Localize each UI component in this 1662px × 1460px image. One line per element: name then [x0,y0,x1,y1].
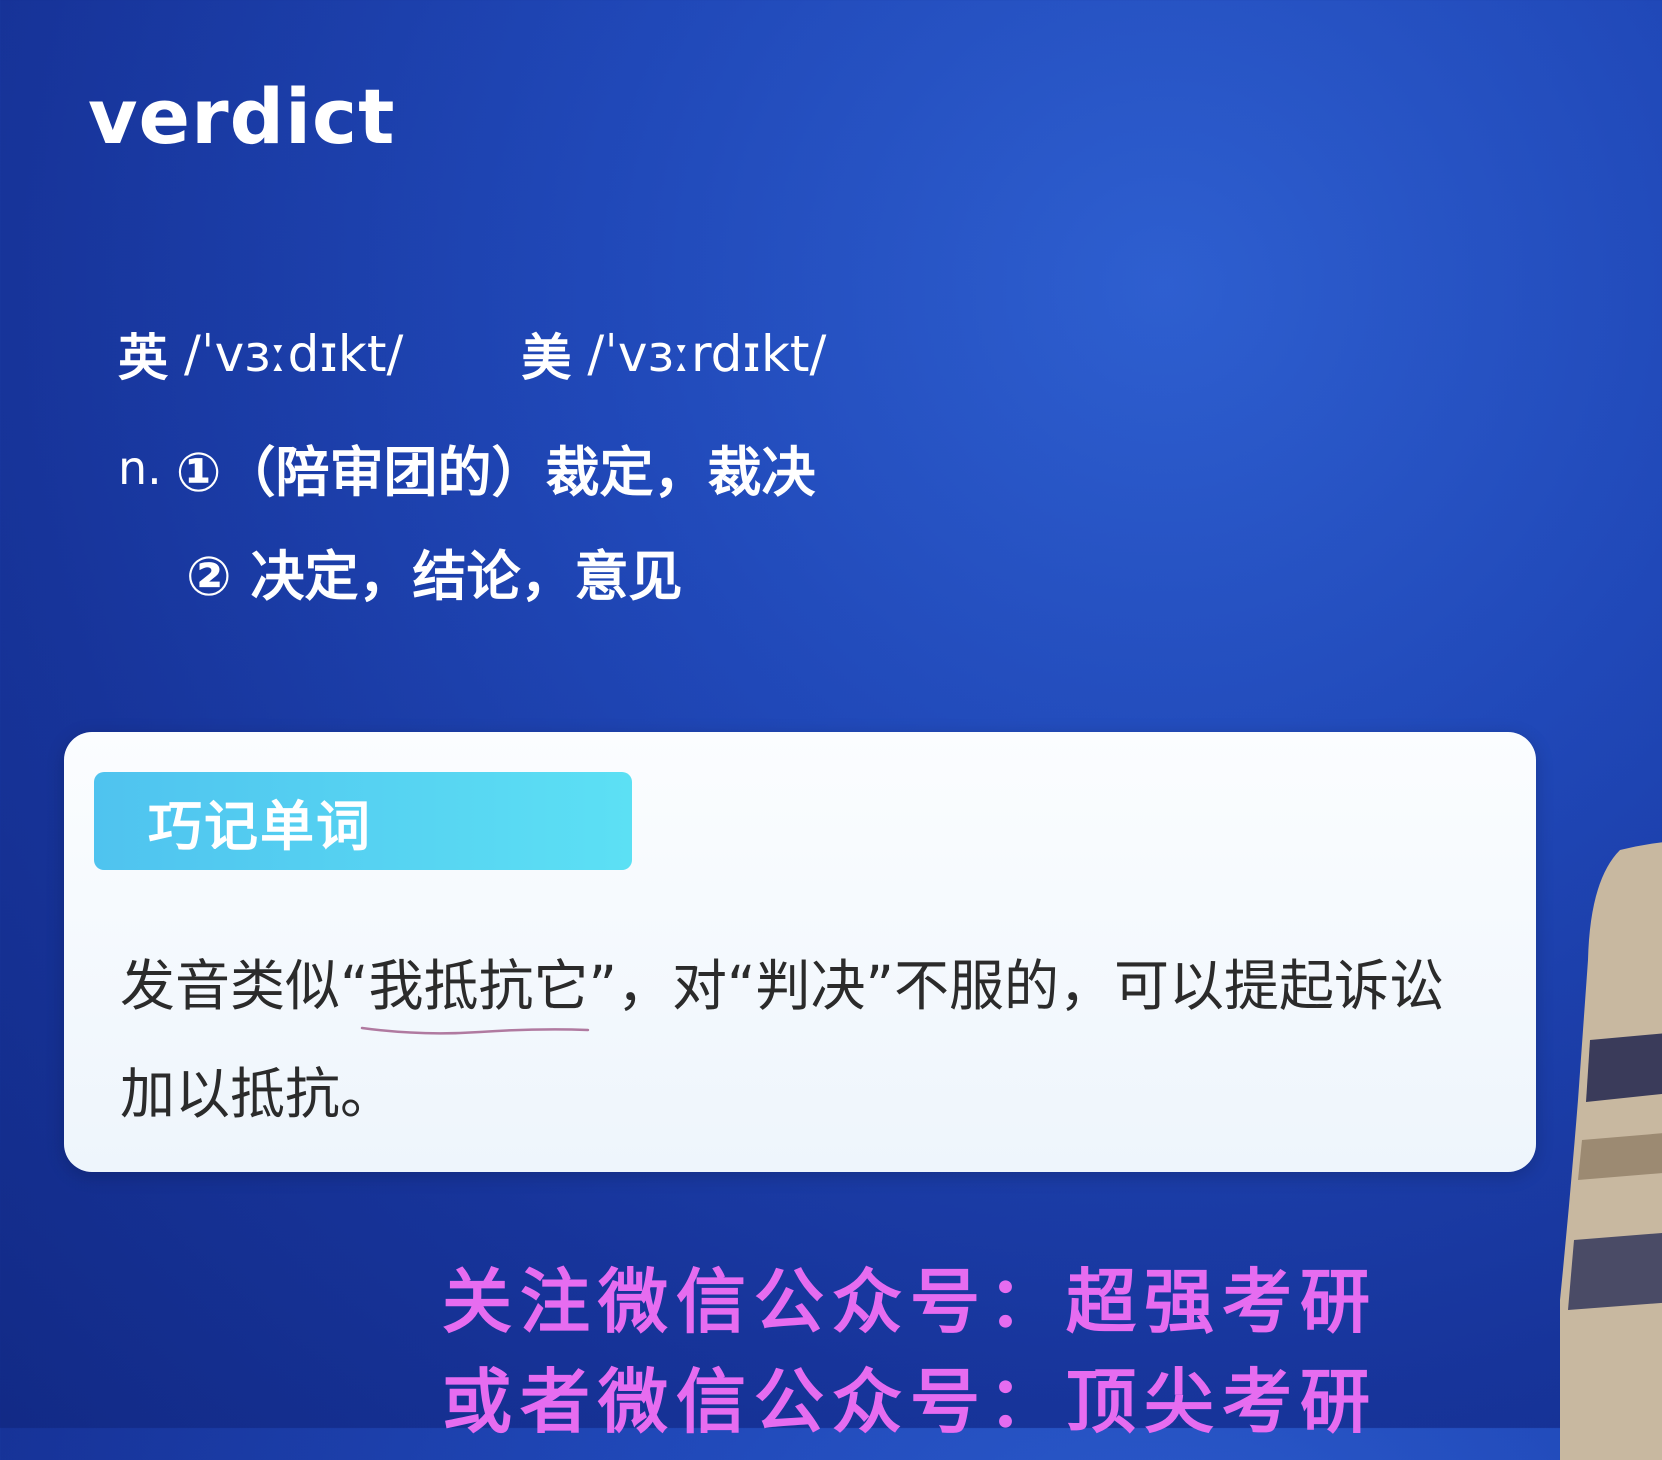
handwritten-underline [360,1026,590,1035]
word-title: verdict [88,72,396,161]
presenter-silhouette [1560,842,1662,1460]
phonetics-row: 英 /ˈvɜːdɪkt/ 美 /ˈvɜːrdɪkt/ [118,318,826,390]
us-label: 美 [521,329,572,387]
mnemonic-text: 发音类似“我抵抗它”，对“判决”不服的，可以提起诉讼加以抵抗。 [120,954,1444,1126]
definition-2-text: ② 决定，结论，意见 [186,545,683,608]
uk-label: 英 [118,329,168,387]
mnemonic-tag-label: 巧记单词 [148,794,372,858]
uk-ipa: /ˈvɜːdɪkt/ [184,325,404,383]
mnemonic-tag: 巧记单词 [94,772,632,870]
part-of-speech: n. [118,440,162,495]
promo-line-2: 或者微信公众号：顶尖考研 [442,1360,1378,1443]
promo-line-1: 关注微信公众号：超强考研 [442,1260,1378,1343]
definition-2: ② 决定，结论，意见 [186,532,683,611]
definition-1: n. ①（陪审团的）裁定，裁决 [118,428,816,507]
phonetic-us: 美 /ˈvɜːrdɪkt/ [521,318,826,390]
us-ipa: /ˈvɜːrdɪkt/ [587,325,827,383]
definition-1-text: ①（陪审团的）裁定，裁决 [175,441,816,504]
mnemonic-card: 巧记单词 发音类似“我抵抗它”，对“判决”不服的，可以提起诉讼加以抵抗。 [64,732,1536,1172]
phonetic-uk: 英 /ˈvɜːdɪkt/ [118,318,403,390]
